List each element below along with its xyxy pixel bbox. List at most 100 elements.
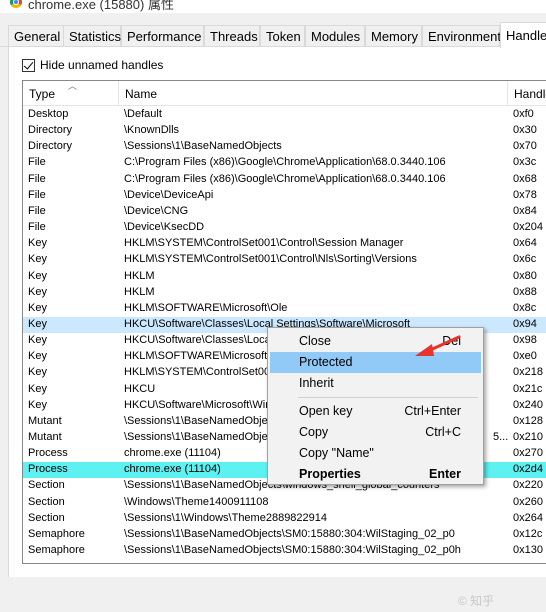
tab-statistics[interactable]: Statistics bbox=[63, 25, 121, 47]
cell-name: \Windows\Theme1400911108 bbox=[124, 495, 269, 508]
menu-item-inherit[interactable]: Inherit bbox=[270, 373, 481, 394]
cell-name: \Device\CNG bbox=[124, 204, 189, 217]
cell-name: \Sessions\1\BaseNamedObjects bbox=[124, 140, 282, 153]
tab-token[interactable]: Token bbox=[260, 25, 305, 47]
table-row[interactable]: Key HKLM\SYSTEM\ControlSet001\Control\Ses… bbox=[23, 236, 546, 252]
cell-handle: 0x8c bbox=[513, 301, 537, 314]
menu-item-label: Close bbox=[299, 334, 331, 348]
column-type-label: Type bbox=[29, 87, 56, 101]
tab-handle[interactable]: Handle bbox=[500, 22, 546, 48]
cell-type: File bbox=[28, 221, 46, 234]
cell-type: Desktop bbox=[28, 108, 69, 120]
cell-handle: 0xf0 bbox=[513, 108, 534, 120]
cell-handle: 0x64 bbox=[513, 237, 537, 250]
sort-ascending-icon: ︿ bbox=[68, 81, 78, 91]
list-header: Type ︿ Name Handle bbox=[23, 81, 546, 106]
table-row[interactable]: Key HKLM\SYSTEM\ControlSet001\Control\Nls… bbox=[23, 252, 546, 268]
tab-memory[interactable]: Memory bbox=[365, 25, 422, 47]
cell-type: Mutant bbox=[28, 431, 62, 443]
cell-type: Section bbox=[28, 511, 65, 524]
cell-type: Key bbox=[28, 237, 47, 250]
table-row[interactable]: Directory \Sessions\1\BaseNamedObjects 0x7… bbox=[23, 139, 546, 155]
column-header-type[interactable]: Type ︿ bbox=[23, 81, 119, 106]
tab-performance[interactable]: Performance bbox=[121, 25, 204, 47]
tab-general[interactable]: General bbox=[8, 25, 65, 47]
cell-type: Key bbox=[28, 285, 47, 298]
cell-type: Key bbox=[28, 350, 47, 363]
table-row[interactable]: Semaphore \Sessions\1\BaseNamedObjects\SM… bbox=[23, 543, 546, 559]
cell-handle: 0xe0 bbox=[513, 350, 537, 363]
column-handle-label: Handle bbox=[514, 87, 546, 101]
window-title: chrome.exe (15880) 属性 bbox=[28, 0, 174, 12]
table-row[interactable]: Section \Sessions\1\Windows\Theme28898229… bbox=[23, 511, 546, 527]
cell-type: Section bbox=[28, 495, 65, 508]
menu-item-copy-name[interactable]: Copy "Name" bbox=[270, 443, 481, 464]
cell-handle: 0x220 bbox=[513, 479, 543, 492]
tab-modules[interactable]: Modules bbox=[305, 25, 365, 47]
table-row[interactable]: Key HKLM 0x88 bbox=[23, 285, 546, 301]
cell-type: Key bbox=[28, 317, 47, 330]
tab-environment[interactable]: Environment bbox=[422, 25, 501, 47]
table-row[interactable]: File \Device\KsecDD 0x204 bbox=[23, 220, 546, 236]
cell-type: Key bbox=[28, 269, 47, 282]
menu-item-copy[interactable]: Copy Ctrl+C bbox=[270, 422, 481, 443]
cell-handle: 0x130 bbox=[513, 544, 543, 557]
cell-type: Key bbox=[28, 382, 47, 395]
hide-unnamed-label: Hide unnamed handles bbox=[40, 58, 164, 72]
cell-handle: 0x78 bbox=[513, 188, 537, 201]
cell-type: Directory bbox=[28, 124, 73, 137]
menu-item-label: Open key bbox=[299, 404, 353, 418]
cell-handle: 0x98 bbox=[513, 334, 537, 347]
column-header-handle[interactable]: Handle bbox=[508, 81, 546, 106]
table-row[interactable]: Directory \KnownDlls 0x30 bbox=[23, 123, 546, 139]
menu-item-label: Copy "Name" bbox=[299, 446, 374, 460]
menu-item-open-key[interactable]: Open key Ctrl+Enter bbox=[270, 401, 481, 422]
menu-separator bbox=[298, 397, 478, 398]
table-row[interactable]: Semaphore \Sessions\1\BaseNamedObjects\SM… bbox=[23, 527, 546, 543]
cell-handle: 0x3c bbox=[513, 156, 537, 169]
menu-item-label: Inherit bbox=[299, 376, 334, 390]
watermark: © 知乎 bbox=[458, 594, 495, 608]
cell-type: Key bbox=[28, 334, 47, 347]
table-row[interactable]: Section \Windows\Theme1400911108 0x260 bbox=[23, 495, 546, 511]
cell-handle: 0x84 bbox=[513, 204, 537, 217]
table-row[interactable]: Key HKLM\SOFTWARE\Microsoft\Ole 0x8c bbox=[23, 301, 546, 317]
menu-item-properties[interactable]: Properties Enter bbox=[270, 464, 481, 485]
cell-type: Key bbox=[28, 253, 47, 266]
cell-type: File bbox=[28, 172, 46, 185]
column-name-label: Name bbox=[125, 87, 158, 101]
handle-list[interactable]: Type ︿ Name Handle Desktop \Default 0xf0 Di… bbox=[22, 80, 546, 564]
tab-strip: General Statistics Performance Threads Token… bbox=[0, 13, 546, 48]
cell-name: C:\Program Files (x86)\Google\Chrome\App… bbox=[124, 156, 446, 169]
cell-handle: 0x6c bbox=[513, 253, 537, 266]
table-row[interactable]: Key HKLM 0x80 bbox=[23, 269, 546, 285]
menu-item-shortcut: Enter bbox=[429, 467, 461, 481]
column-header-name[interactable]: Name bbox=[119, 81, 508, 106]
cell-handle: 0x128 bbox=[513, 414, 543, 427]
table-row[interactable]: File C:\Program Files (x86)\Google\Chrome… bbox=[23, 155, 546, 171]
cell-type: Key bbox=[28, 301, 47, 314]
checkbox-checked-icon[interactable] bbox=[22, 58, 35, 72]
table-row[interactable]: File C:\Program Files (x86)\Google\Chrome… bbox=[23, 172, 546, 188]
cell-type: Semaphore bbox=[28, 527, 85, 540]
cell-handle: 0x80 bbox=[513, 269, 537, 282]
cell-handle: 0x21c bbox=[513, 382, 543, 395]
hide-unnamed-checkbox[interactable]: Hide unnamed handles bbox=[22, 58, 163, 72]
cell-name: HKLM\SOFTWARE\Microsoft\Ole bbox=[124, 301, 288, 314]
menu-item-shortcut: Ctrl+C bbox=[425, 425, 461, 439]
table-row[interactable]: File \Device\DeviceApi 0x78 bbox=[23, 188, 546, 204]
red-arrow-icon bbox=[415, 335, 461, 356]
cell-type: Section bbox=[28, 479, 65, 492]
cell-handle: 0x210 bbox=[513, 431, 543, 443]
table-row[interactable]: File \Device\CNG 0x84 bbox=[23, 204, 546, 220]
cell-handle: 0x68 bbox=[513, 172, 537, 185]
cell-name: HKLM\SYSTEM\ControlSet001\Control\Nls\So… bbox=[124, 253, 417, 266]
cell-name: \Sessions\1\Windows\Theme2889822914 bbox=[124, 511, 328, 524]
cell-handle: 0x240 bbox=[513, 398, 543, 411]
cell-handle: 0x264 bbox=[513, 511, 543, 524]
table-row[interactable]: Desktop \Default 0xf0 bbox=[23, 107, 546, 123]
cell-type: Process bbox=[28, 463, 68, 476]
tab-threads[interactable]: Threads bbox=[204, 25, 260, 47]
cell-name: HKLM bbox=[124, 285, 155, 298]
cell-type: Process bbox=[28, 447, 68, 460]
